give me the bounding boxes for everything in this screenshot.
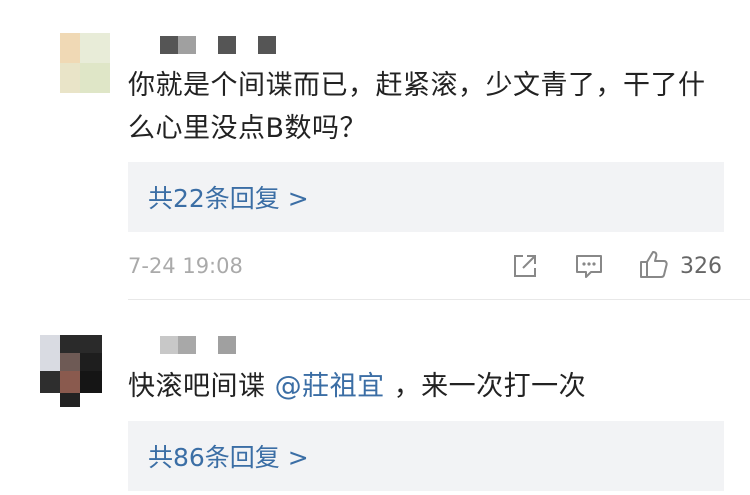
divider [128, 299, 750, 300]
comment-text-part: 快滚吧间谍 [128, 371, 266, 402]
avatar[interactable] [60, 33, 110, 93]
user-mention-link[interactable]: @莊祖宜 [275, 371, 385, 402]
comment-text-part: ，来一次打一次 [393, 371, 587, 402]
comment-meta: 7-24 19:08 326 [128, 248, 750, 288]
comment-text: 快滚吧间谍 @莊祖宜 ，来一次打一次 [128, 365, 728, 408]
comment-text: 你就是个间谍而已，赶紧滚，少文青了，干了什么心里没点B数吗？ [128, 70, 706, 144]
replies-label: 共22条回复 > [148, 184, 309, 213]
view-replies-button[interactable]: 共86条回复 > [128, 421, 724, 491]
like-button[interactable]: 326 [638, 248, 722, 284]
like-count: 326 [680, 253, 722, 279]
like-icon [638, 248, 670, 284]
comment-actions: 326 [510, 248, 722, 284]
share-icon[interactable] [510, 251, 540, 281]
avatar[interactable] [40, 335, 102, 407]
username-masked[interactable] [160, 335, 236, 355]
timestamp: 7-24 19:08 [128, 254, 243, 278]
comment-icon[interactable] [574, 251, 604, 281]
replies-label: 共86条回复 > [148, 443, 309, 472]
username-masked[interactable] [160, 35, 276, 55]
view-replies-button[interactable]: 共22条回复 > [128, 162, 724, 232]
